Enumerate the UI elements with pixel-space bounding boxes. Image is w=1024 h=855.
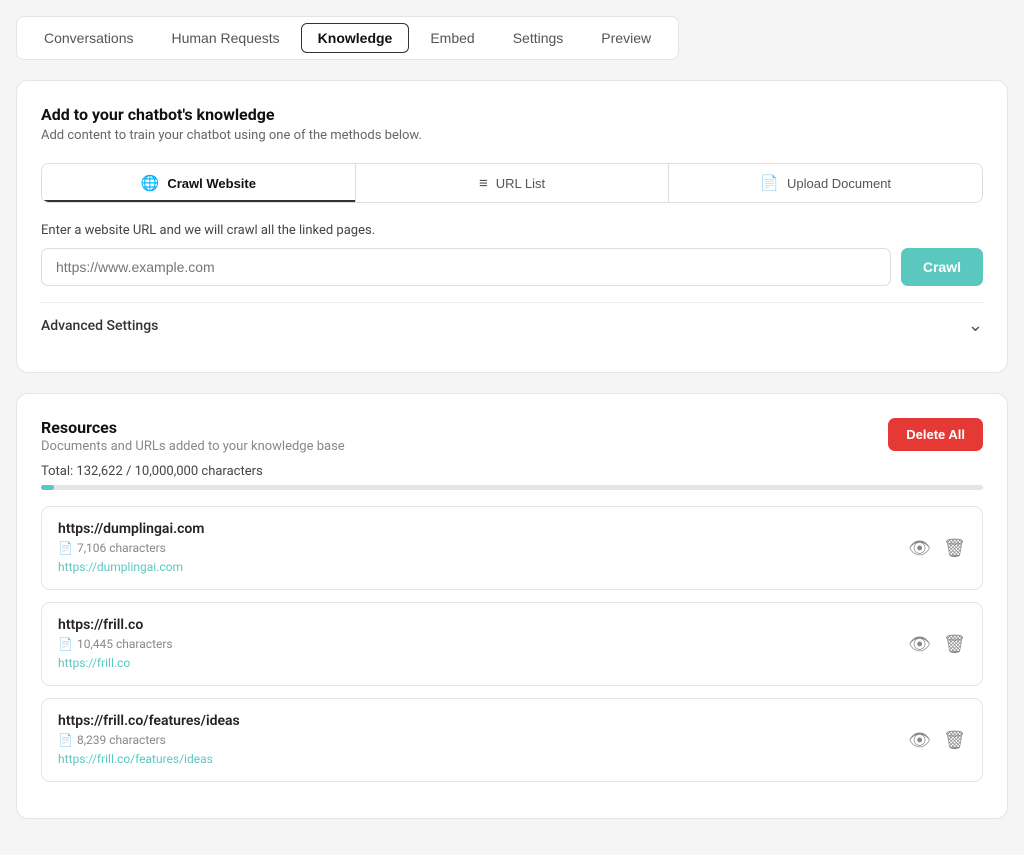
delete-icon-1[interactable]: 🗑	[943, 634, 966, 655]
progress-bar-track	[41, 485, 983, 490]
advanced-settings-row[interactable]: Advanced Settings ⌄	[41, 302, 983, 348]
resource-item: https://dumplingai.com 📄 7,106 character…	[41, 506, 983, 590]
nav-tab-conversations[interactable]: Conversations	[27, 23, 151, 53]
resources-card: Resources Documents and URLs added to yo…	[16, 393, 1008, 819]
method-tab-upload-document[interactable]: 📄 Upload Document	[669, 164, 982, 202]
doc-icon-0: 📄	[58, 541, 73, 555]
resource-info-0: https://dumplingai.com 📄 7,106 character…	[58, 521, 204, 575]
nav-tab-knowledge[interactable]: Knowledge	[301, 23, 410, 53]
resource-chars-0: 📄 7,106 characters	[58, 541, 204, 555]
url-input[interactable]	[41, 248, 891, 286]
resources-header-left: Resources Documents and URLs added to yo…	[41, 418, 345, 454]
advanced-settings-label: Advanced Settings	[41, 318, 158, 334]
resources-header: Resources Documents and URLs added to yo…	[41, 418, 983, 454]
resource-link-0[interactable]: https://dumplingai.com	[58, 560, 183, 574]
add-knowledge-title: Add to your chatbot's knowledge	[41, 105, 983, 124]
resource-link-2[interactable]: https://frill.co/features/ideas	[58, 752, 213, 766]
resource-item: https://frill.co/features/ideas 📄 8,239 …	[41, 698, 983, 782]
doc-icon-2: 📄	[58, 733, 73, 747]
method-tab-url-list-label: URL List	[496, 176, 545, 191]
url-list-icon: ≡	[479, 175, 488, 192]
nav-tab-preview[interactable]: Preview	[584, 23, 668, 53]
total-chars: Total: 132,622 / 10,000,000 characters	[41, 464, 983, 479]
resource-item: https://frill.co 📄 10,445 characters htt…	[41, 602, 983, 686]
nav-tab-embed[interactable]: Embed	[413, 23, 491, 53]
resource-actions-2: 👁 🗑	[908, 730, 966, 751]
resource-url-2: https://frill.co/features/ideas	[58, 713, 240, 729]
nav-tabs: ConversationsHuman RequestsKnowledgeEmbe…	[16, 16, 1008, 60]
resource-actions-0: 👁 🗑	[908, 538, 966, 559]
progress-bar-fill	[41, 485, 54, 490]
method-tab-crawl-website-label: Crawl Website	[167, 176, 256, 191]
delete-all-button[interactable]: Delete All	[888, 418, 983, 451]
resource-info-2: https://frill.co/features/ideas 📄 8,239 …	[58, 713, 240, 767]
crawl-website-icon: 🌐	[141, 174, 160, 192]
view-icon-1[interactable]: 👁	[908, 634, 931, 655]
method-tab-upload-document-label: Upload Document	[787, 176, 891, 191]
resource-actions-1: 👁 🗑	[908, 634, 966, 655]
resources-subtitle: Documents and URLs added to your knowled…	[41, 439, 345, 454]
doc-icon-1: 📄	[58, 637, 73, 651]
add-knowledge-subtitle: Add content to train your chatbot using …	[41, 128, 983, 143]
chevron-down-icon: ⌄	[968, 315, 983, 336]
nav-tab-settings[interactable]: Settings	[496, 23, 581, 53]
crawl-button[interactable]: Crawl	[901, 248, 983, 286]
view-icon-2[interactable]: 👁	[908, 730, 931, 751]
resource-list: https://dumplingai.com 📄 7,106 character…	[41, 506, 983, 782]
view-icon-0[interactable]: 👁	[908, 538, 931, 559]
method-tab-crawl-website[interactable]: 🌐 Crawl Website	[42, 164, 356, 202]
method-tab-url-list[interactable]: ≡ URL List	[356, 164, 670, 202]
url-input-row: Crawl	[41, 248, 983, 286]
resource-url-1: https://frill.co	[58, 617, 173, 633]
upload-document-icon: 📄	[760, 174, 779, 192]
resource-chars-2: 📄 8,239 characters	[58, 733, 240, 747]
nav-tab-human-requests[interactable]: Human Requests	[155, 23, 297, 53]
url-description: Enter a website URL and we will crawl al…	[41, 223, 983, 238]
resources-title: Resources	[41, 418, 345, 437]
resource-info-1: https://frill.co 📄 10,445 characters htt…	[58, 617, 173, 671]
method-tabs: 🌐 Crawl Website ≡ URL List 📄 Upload Document	[41, 163, 983, 203]
resource-url-0: https://dumplingai.com	[58, 521, 204, 537]
delete-icon-2[interactable]: 🗑	[943, 730, 966, 751]
resource-link-1[interactable]: https://frill.co	[58, 656, 130, 670]
delete-icon-0[interactable]: 🗑	[943, 538, 966, 559]
add-knowledge-card: Add to your chatbot's knowledge Add cont…	[16, 80, 1008, 373]
resource-chars-1: 📄 10,445 characters	[58, 637, 173, 651]
